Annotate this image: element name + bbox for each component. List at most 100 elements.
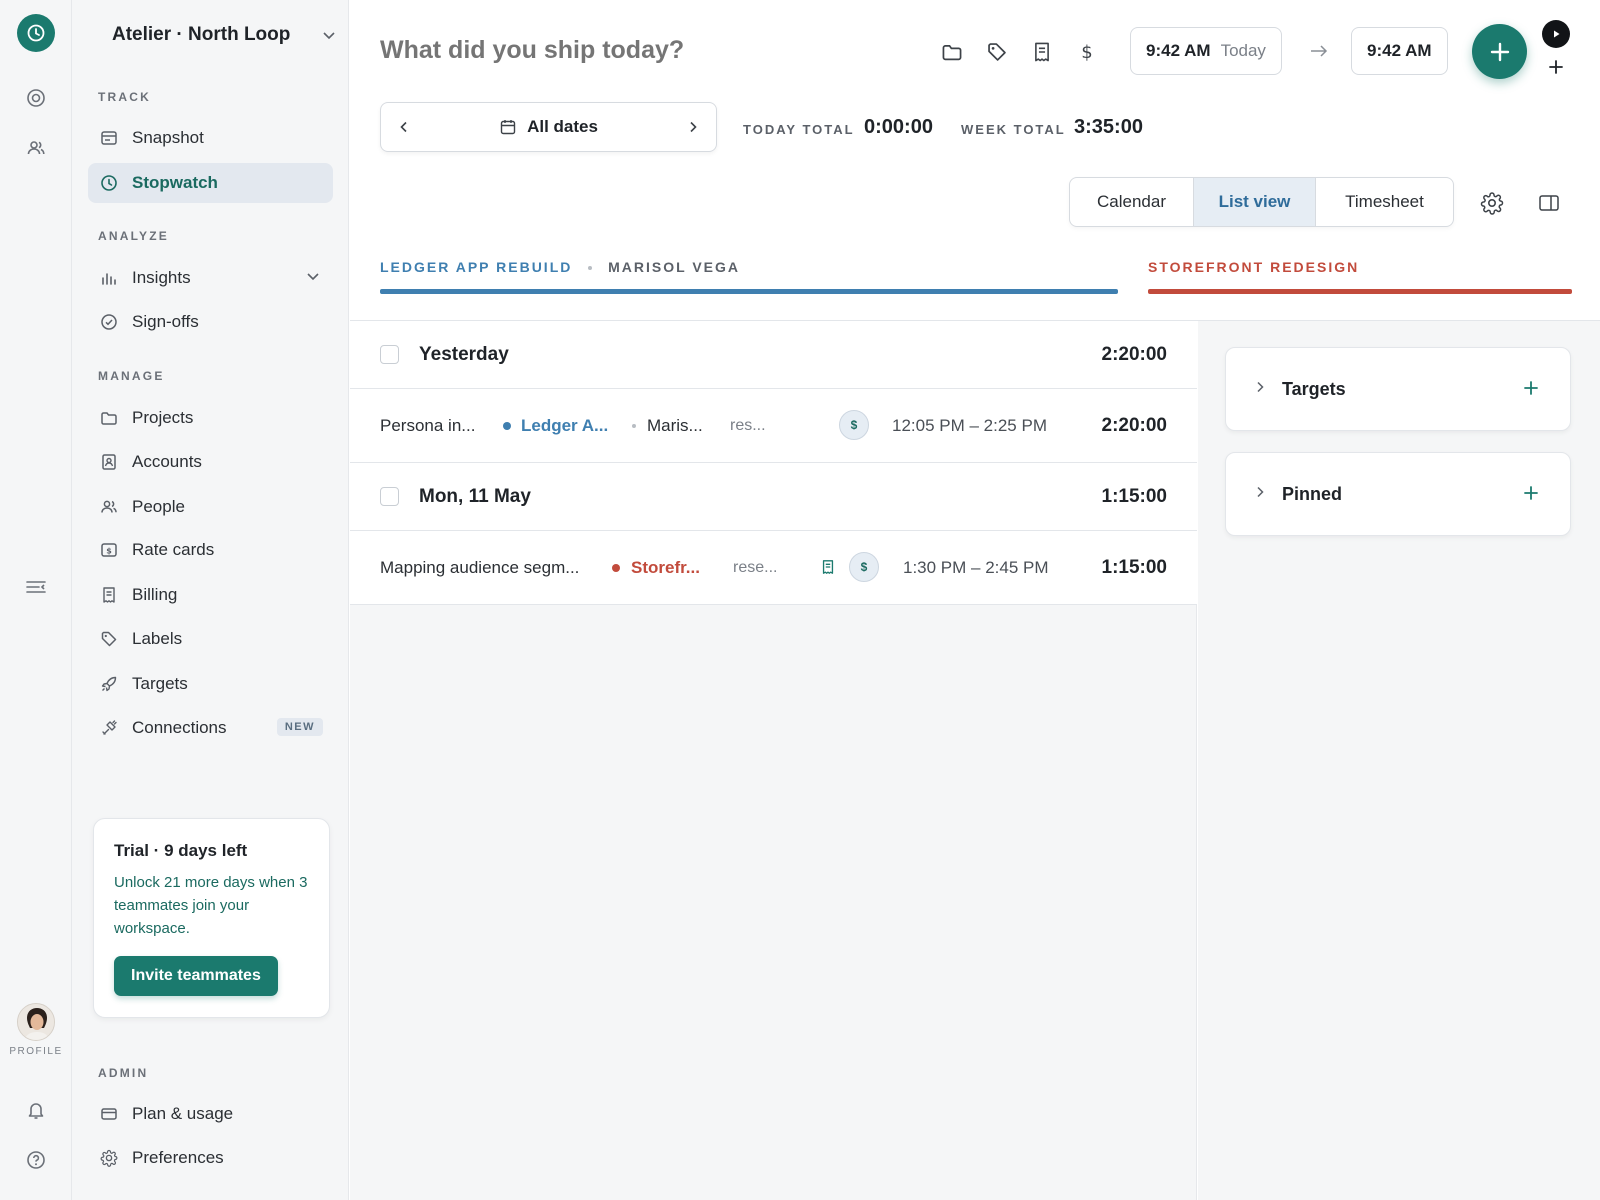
sidebar-item-label: Billing (132, 585, 178, 604)
sidebar-item-labels[interactable]: Labels (88, 619, 333, 659)
entry-duration[interactable]: 1:15:00 (1102, 557, 1168, 579)
sidebar-item-billing[interactable]: Billing (88, 575, 333, 615)
receipt-icon[interactable] (820, 559, 836, 575)
sidebar-item-label: Snapshot (132, 128, 204, 147)
folder-icon[interactable] (940, 40, 964, 64)
sidebar-item-connections[interactable]: Connections NEW (88, 708, 333, 748)
entry-label[interactable]: rese... (733, 559, 777, 577)
entry-description[interactable]: Mapping audience segm... (380, 558, 579, 578)
sidebar-item-label: Preferences (132, 1148, 224, 1167)
sidebar-item-label: Plan & usage (132, 1104, 234, 1123)
pinned-card-title: Pinned (1282, 484, 1343, 504)
app-logo-clock-icon[interactable] (17, 14, 55, 52)
chevron-right-icon[interactable] (1253, 485, 1267, 499)
group-checkbox[interactable] (380, 345, 399, 364)
workspace-switcher[interactable]: Atelier · North Loop (112, 20, 337, 50)
separator-dot (588, 266, 593, 271)
sidebar-item-preferences[interactable]: Preferences (88, 1138, 333, 1178)
tab-list-view[interactable]: List view (1194, 178, 1316, 226)
entry-description[interactable]: Persona in... (380, 416, 475, 436)
group-header: Mon, 11 May 1:15:00 (350, 463, 1197, 531)
entry-duration[interactable]: 2:20:00 (1102, 415, 1168, 437)
sidebar-item-signoffs[interactable]: Sign-offs (88, 302, 333, 342)
tab-calendar[interactable]: Calendar (1070, 178, 1194, 226)
targets-card-title: Targets (1282, 379, 1346, 399)
section-label-analyze: ANALYZE (98, 229, 169, 243)
trial-card: Trial · 9 days left Unlock 21 more days … (93, 818, 330, 1018)
trial-title: Trial · 9 days left (114, 841, 248, 860)
plus-icon[interactable] (1547, 58, 1565, 76)
bell-icon[interactable] (24, 1098, 48, 1122)
entry-time-range[interactable]: 1:30 PM – 2:45 PM (903, 558, 1049, 578)
bar-chart-icon (98, 267, 120, 289)
week-total-value: 3:35:00 (1074, 116, 1143, 138)
chevron-right-icon[interactable] (1253, 380, 1267, 394)
sidebar: Atelier · North Loop TRACK Snapshot Stop… (72, 0, 349, 1200)
sidebar-item-label: Accounts (132, 452, 202, 471)
add-entry-button[interactable] (1472, 24, 1527, 79)
chevron-left-icon[interactable] (397, 120, 411, 134)
chevron-down-icon (307, 273, 319, 281)
start-time-field[interactable]: 9:42 AM Today (1130, 27, 1282, 75)
plus-icon[interactable] (1522, 379, 1540, 397)
project-color-dot (503, 422, 511, 430)
sidebar-item-label: People (132, 497, 185, 516)
entry-label[interactable]: res... (730, 417, 766, 435)
entry-project[interactable]: Storefr... (631, 558, 700, 578)
invite-teammates-button[interactable]: Invite teammates (114, 956, 278, 996)
project-tab-storefront[interactable]: STOREFRONT REDESIGN (1148, 259, 1359, 275)
entry-project[interactable]: Ledger A... (521, 416, 608, 436)
dollar-icon[interactable]: $ (1075, 40, 1099, 64)
clock-icon (98, 172, 120, 194)
date-range-picker[interactable]: All dates (380, 102, 717, 152)
project-tab-ledger[interactable]: LEDGER APP REBUILD MARISOL VEGA (380, 259, 740, 275)
today-total-value: 0:00:00 (864, 116, 933, 138)
sidebar-item-targets[interactable]: Targets (88, 664, 333, 704)
collapse-menu-icon[interactable] (24, 575, 48, 599)
side-panel-toggle-icon[interactable] (1538, 192, 1560, 214)
sidebar-item-stopwatch[interactable]: Stopwatch (88, 163, 333, 203)
billable-dollar-icon[interactable]: $ (839, 410, 869, 440)
start-timer-button[interactable] (1542, 20, 1570, 48)
group-title: Mon, 11 May (419, 486, 531, 507)
entry-time-range[interactable]: 12:05 PM – 2:25 PM (892, 416, 1047, 436)
gear-icon[interactable] (1480, 191, 1504, 215)
plus-icon (1490, 42, 1509, 61)
table-row[interactable]: Mapping audience segm... Storefr... rese… (350, 531, 1197, 605)
table-row[interactable]: Persona in... Ledger A... Maris... res..… (350, 389, 1197, 463)
team-icon[interactable] (24, 136, 48, 160)
target-icon[interactable] (24, 86, 48, 110)
sidebar-item-label: Labels (132, 629, 183, 648)
group-checkbox[interactable] (380, 487, 399, 506)
sidebar-item-accounts[interactable]: Accounts (88, 442, 333, 482)
targets-card[interactable]: Targets (1225, 347, 1571, 431)
icon-rail: PROFILE (0, 0, 72, 1200)
sidebar-item-snapshot[interactable]: Snapshot (88, 118, 333, 158)
workspace-name: Atelier · North Loop (112, 24, 291, 45)
receipt-icon[interactable] (1030, 40, 1054, 64)
receipt-icon (98, 584, 120, 606)
plus-icon[interactable] (1522, 484, 1540, 502)
side-panel: Targets Pinned (1198, 321, 1600, 1200)
sidebar-item-projects[interactable]: Projects (88, 398, 333, 438)
arrow-right-icon (1311, 45, 1328, 57)
tab-timesheet[interactable]: Timesheet (1316, 178, 1453, 226)
end-time-value: 9:42 AM (1367, 41, 1432, 60)
end-time-field[interactable]: 9:42 AM (1351, 27, 1448, 75)
sidebar-item-people[interactable]: People (88, 487, 333, 527)
sidebar-item-plan-usage[interactable]: Plan & usage (88, 1094, 333, 1134)
tag-icon[interactable] (985, 40, 1009, 64)
billable-dollar-icon[interactable]: $ (849, 552, 879, 582)
entry-description-input[interactable] (380, 36, 900, 65)
section-label-track: TRACK (98, 90, 151, 104)
help-icon[interactable] (24, 1148, 48, 1172)
sidebar-item-insights[interactable]: Insights (88, 258, 333, 298)
date-range-label[interactable]: All dates (499, 117, 598, 137)
sidebar-item-rate-cards[interactable]: $ Rate cards (88, 530, 333, 570)
profile-avatar[interactable] (17, 1003, 55, 1041)
people-icon (98, 496, 120, 518)
check-circle-icon (98, 311, 120, 333)
pinned-card[interactable]: Pinned (1225, 452, 1571, 536)
project-progress-bar-ledger (380, 289, 1118, 294)
chevron-right-icon[interactable] (686, 120, 700, 134)
